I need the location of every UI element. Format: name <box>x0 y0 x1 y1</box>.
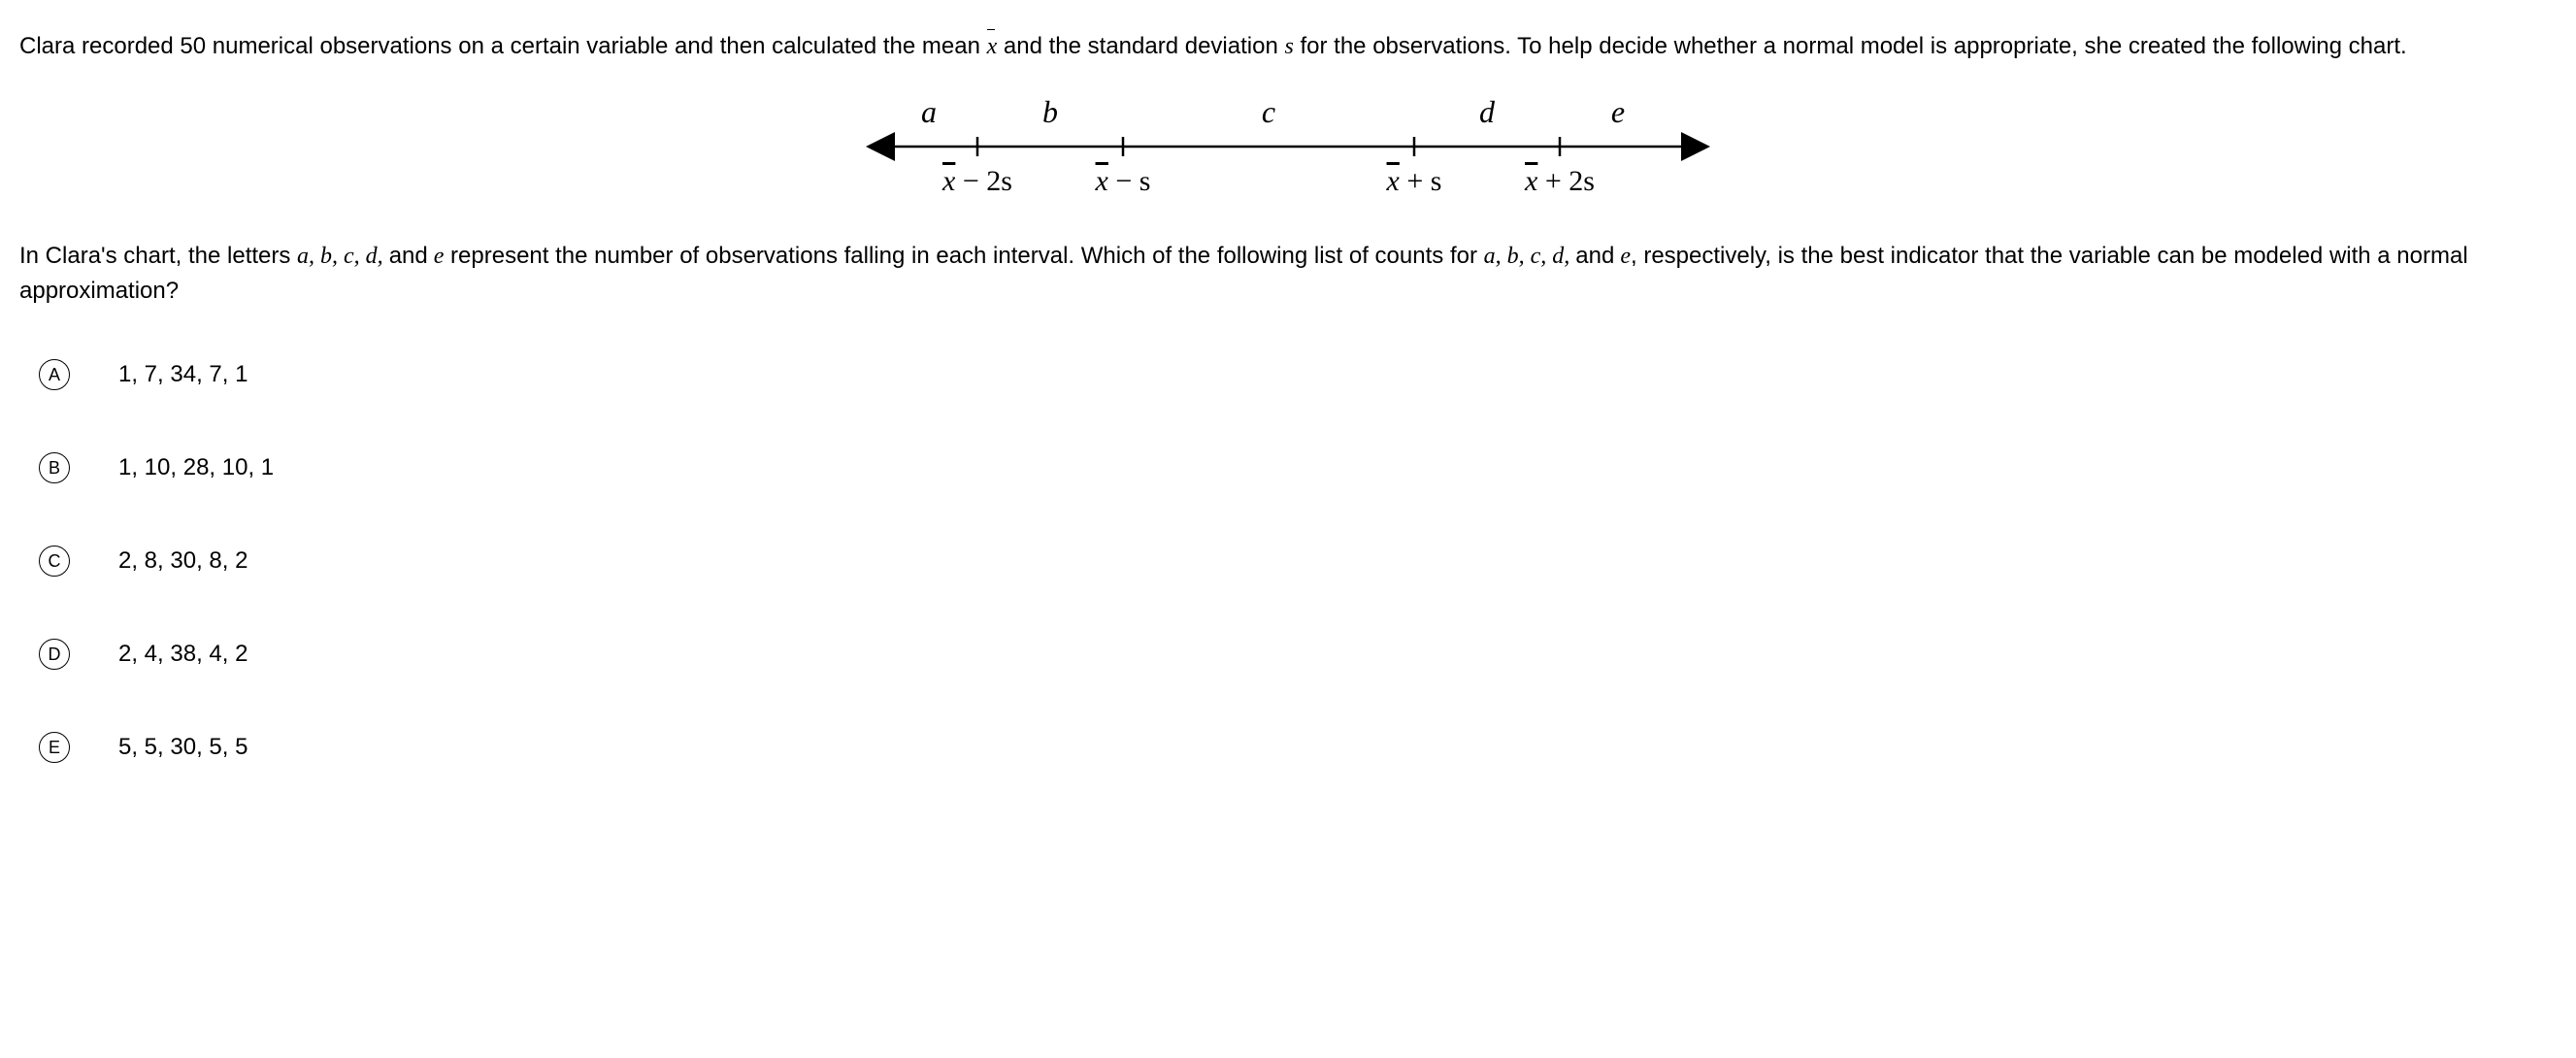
options-list: A 1, 7, 34, 7, 1 B 1, 10, 28, 10, 1 C 2,… <box>19 357 2557 765</box>
second-text-1: In Clara's chart, the letters <box>19 243 297 269</box>
s-variable: s <box>1284 34 1293 59</box>
interval-label-b: b <box>1042 94 1058 129</box>
option-d[interactable]: D 2, 4, 38, 4, 2 <box>39 637 2557 672</box>
chart-svg: a b c d e x − 2s x − s x + s x + 2s <box>851 93 1725 210</box>
option-letter-d: D <box>49 642 61 668</box>
option-b[interactable]: B 1, 10, 28, 10, 1 <box>39 450 2557 485</box>
option-e[interactable]: E 5, 5, 30, 5, 5 <box>39 730 2557 765</box>
and-1: and <box>389 243 428 269</box>
tick-label-2: x − s <box>1095 165 1151 197</box>
option-letter-e: E <box>49 735 60 761</box>
number-line-chart: a b c d e x − 2s x − s x + s x + 2s <box>19 93 2557 210</box>
option-circle-a: A <box>39 359 70 390</box>
question-intro: Clara recorded 50 numerical observations… <box>19 29 2557 64</box>
interval-label-c: c <box>1262 94 1275 129</box>
option-c[interactable]: C 2, 8, 30, 8, 2 <box>39 544 2557 579</box>
option-circle-b: B <box>39 452 70 483</box>
interval-label-d: d <box>1479 94 1496 129</box>
question-second: In Clara's chart, the letters a, b, c, d… <box>19 239 2557 309</box>
letters-2: a, b, c, d, <box>1484 244 1576 269</box>
option-text-a: 1, 7, 34, 7, 1 <box>118 357 248 392</box>
tick-label-1: x − 2s <box>941 165 1012 197</box>
svg-text:x + 2s: x + 2s <box>1524 165 1595 197</box>
second-text-2: represent the number of observations fal… <box>444 243 1483 269</box>
option-letter-a: A <box>49 362 60 388</box>
option-circle-c: C <box>39 546 70 577</box>
option-text-c: 2, 8, 30, 8, 2 <box>118 544 248 579</box>
interval-label-e: e <box>1611 94 1625 129</box>
svg-text:x − 2s: x − 2s <box>941 165 1012 197</box>
and-2: and <box>1575 243 1614 269</box>
option-text-d: 2, 4, 38, 4, 2 <box>118 637 248 672</box>
xbar-symbol: x <box>987 29 998 64</box>
option-text-e: 5, 5, 30, 5, 5 <box>118 730 248 765</box>
intro-text-3: for the observations. To help decide whe… <box>1294 33 2407 59</box>
option-letter-b: B <box>49 455 60 481</box>
intro-text-1: Clara recorded 50 numerical observations… <box>19 33 987 59</box>
option-a[interactable]: A 1, 7, 34, 7, 1 <box>39 357 2557 392</box>
option-text-b: 1, 10, 28, 10, 1 <box>118 450 274 485</box>
e-2: e <box>1614 244 1631 269</box>
letters-1: a, b, c, d, <box>297 244 389 269</box>
option-letter-c: C <box>49 548 61 575</box>
svg-text:x + s: x + s <box>1386 165 1442 197</box>
option-circle-e: E <box>39 732 70 763</box>
intro-text-2: and the standard deviation <box>997 33 1284 59</box>
e-1: e <box>428 244 445 269</box>
interval-label-a: a <box>921 94 937 129</box>
tick-label-3: x + s <box>1386 165 1442 197</box>
tick-label-4: x + 2s <box>1524 165 1595 197</box>
option-circle-d: D <box>39 639 70 670</box>
svg-text:x − s: x − s <box>1095 165 1151 197</box>
